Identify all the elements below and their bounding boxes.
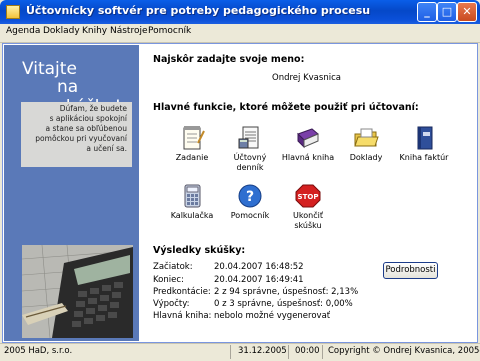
func-label: Účtovný denník: [233, 153, 267, 172]
func-label: Doklady: [349, 153, 383, 162]
details-button[interactable]: Podrobnosti: [383, 262, 438, 279]
result-label: Koniec:: [153, 275, 184, 285]
result-value: 2 z 94 správne, úspešnosť: 2,13%: [214, 287, 359, 297]
func-hlavna-kniha[interactable]: Hlavná kniha: [279, 125, 337, 163]
result-label: Predkontácie:: [153, 287, 211, 297]
result-value: nebolo možné vygenerovať: [214, 311, 331, 321]
calculator-photo-image: [22, 245, 133, 338]
welcome-note-line: s aplikáciou spokojní: [49, 114, 127, 123]
welcome-note-line: pomôckou pri vyučovaní: [35, 134, 127, 143]
calculator-photo: [22, 245, 133, 338]
result-label: Hlavná kniha:: [153, 311, 212, 321]
func-ukoncit-skusku[interactable]: STOP Ukončiť skúšku: [279, 183, 337, 231]
func-label: Kalkulačka: [170, 211, 214, 220]
app-window: Účtovnícky softvér pre potreby pedagogic…: [0, 0, 480, 361]
main-panel: Najskôr zadajte svoje meno: Ondrej Kvasn…: [139, 45, 476, 341]
invoice-book-icon: [410, 125, 438, 151]
func-kalkulacka[interactable]: Kalkulačka: [163, 183, 221, 221]
func-zadanie[interactable]: Zadanie: [163, 125, 221, 163]
app-icon: [6, 5, 20, 19]
close-button[interactable]: ✕: [457, 2, 477, 22]
welcome-note-line: a učení sa.: [86, 144, 127, 153]
svg-text:STOP: STOP: [298, 193, 319, 201]
calculator-icon: [178, 183, 206, 209]
func-label: Hlavná kniha: [281, 153, 335, 162]
minimize-button[interactable]: _: [417, 2, 437, 22]
stop-icon: STOP: [294, 183, 322, 209]
name-prompt: Najskôr zadajte svoje meno:: [153, 54, 305, 65]
status-copyright: Copyright © Ondrej Kvasnica, 2005-2006: [328, 346, 480, 356]
func-doklady[interactable]: Doklady: [337, 125, 395, 163]
func-uctovny-dennik[interactable]: Účtovný denník: [221, 125, 279, 173]
status-company: 2005 HaD, s.r.o.: [4, 346, 73, 356]
status-time: 00:00: [295, 346, 320, 356]
maximize-button[interactable]: □: [437, 2, 457, 22]
title-bar[interactable]: Účtovnícky softvér pre potreby pedagogic…: [0, 0, 480, 24]
window-title: Účtovnícky softvér pre potreby pedagogic…: [26, 4, 371, 17]
ledger-icon: [236, 125, 264, 151]
func-kniha-faktur[interactable]: Kniha faktúr: [395, 125, 453, 163]
menu-pomocnik[interactable]: Pomocník: [148, 26, 191, 36]
result-value: 0 z 3 správne, úspešnosť: 0,00%: [214, 299, 353, 309]
result-label: Začiatok:: [153, 262, 193, 272]
menu-doklady[interactable]: Doklady: [43, 26, 80, 36]
status-bar: 2005 HaD, s.r.o. 31.12.2005 00:00 Copyri…: [0, 343, 480, 361]
status-date: 31.12.2005: [238, 346, 287, 356]
func-label: Pomocník: [230, 211, 270, 220]
welcome-title-line1: Vitajte: [22, 59, 77, 79]
welcome-panel: Vitajte na skúške! Dúfam, že budete s ap…: [4, 45, 139, 341]
menu-agenda[interactable]: Agenda: [6, 26, 40, 36]
result-label: Výpočty:: [153, 299, 190, 309]
func-label: Kniha faktúr: [399, 153, 449, 162]
help-icon: ?: [236, 183, 264, 209]
func-label: Zadanie: [175, 153, 209, 162]
func-pomocnik[interactable]: ? Pomocník: [221, 183, 279, 221]
notepad-icon: [178, 125, 206, 151]
result-value: 20.04.2007 16:48:52: [214, 262, 304, 272]
menu-bar: Agenda Doklady Knihy Nástroje Pomocník: [0, 24, 480, 43]
folder-icon: [352, 125, 380, 151]
status-separator: [230, 345, 231, 359]
results-heading: Výsledky skúšky:: [153, 245, 246, 256]
status-separator: [288, 345, 289, 359]
functions-heading: Hlavné funkcie, ktoré môžete použiť pri …: [153, 102, 419, 113]
welcome-note-line: a stane sa obľúbenou: [45, 124, 127, 133]
book-icon: [294, 125, 322, 151]
func-label: Ukončiť skúšku: [293, 211, 323, 230]
status-separator: [322, 345, 323, 359]
menu-knihy[interactable]: Knihy: [82, 26, 107, 36]
welcome-note-line: Dúfam, že budete: [59, 104, 127, 113]
name-field[interactable]: Ondrej Kvasnica: [272, 73, 341, 83]
result-value: 20.04.2007 16:49:41: [214, 275, 304, 285]
svg-text:?: ?: [246, 189, 254, 205]
menu-nastroje[interactable]: Nástroje: [110, 26, 148, 36]
welcome-note: Dúfam, že budete s aplikáciou spokojní a…: [21, 102, 132, 167]
